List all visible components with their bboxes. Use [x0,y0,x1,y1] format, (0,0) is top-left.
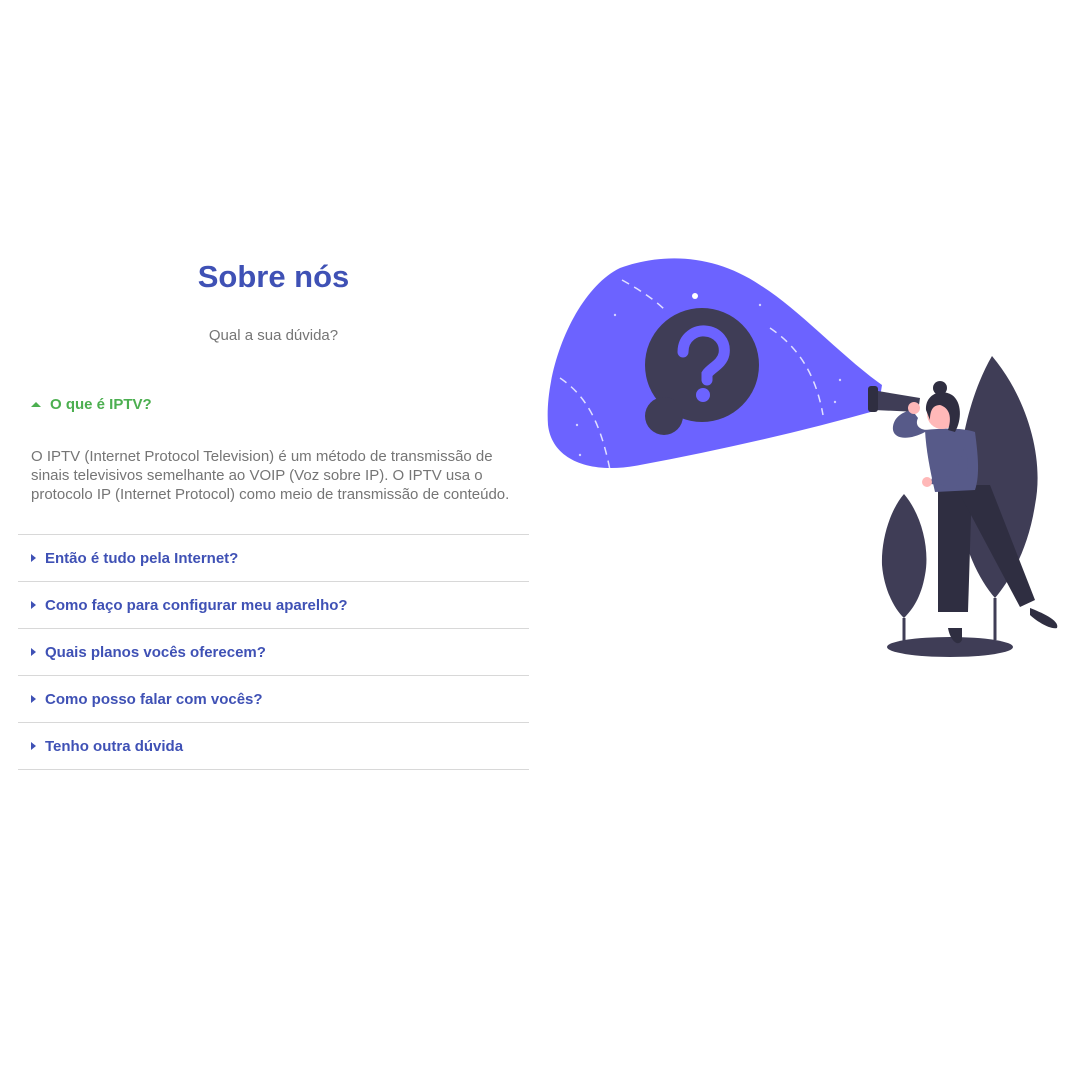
caret-right-icon [31,742,36,750]
faq-item: Quais planos vocês oferecem? [18,629,529,676]
faq-illustration [547,258,1058,657]
faq-question-outra[interactable]: Tenho outra dúvida [18,723,529,769]
faq-question-label: Então é tudo pela Internet? [45,549,239,567]
faq-section: Sobre nós Qual a sua dúvida? O que é IPT… [18,250,529,770]
faq-item: Tenho outra dúvida [18,723,529,770]
caret-up-icon [31,401,41,407]
faq-question-label: Quais planos vocês oferecem? [45,643,266,661]
faq-item: Como posso falar com vocês? [18,676,529,723]
caret-right-icon [31,601,36,609]
faq-question-configurar[interactable]: Como faço para configurar meu aparelho? [18,582,529,628]
faq-question-internet[interactable]: Então é tudo pela Internet? [18,535,529,581]
faq-question-label: O que é IPTV? [50,395,152,413]
faq-question-iptv[interactable]: O que é IPTV? [18,381,529,427]
faq-item-open: O que é IPTV? O IPTV (Internet Protocol … [18,381,529,534]
faq-question-label: Tenho outra dúvida [45,737,184,755]
page: Sobre nós Qual a sua dúvida? O que é IPT… [0,0,1080,1080]
caret-right-icon [31,554,36,562]
faq-question-contato[interactable]: Como posso falar com vocês? [18,676,529,722]
caret-right-icon [31,648,36,656]
faq-item: Então é tudo pela Internet? [18,535,529,582]
faq-answer: O IPTV (Internet Protocol Television) é … [31,448,510,503]
caret-right-icon [31,695,36,703]
faq-item: Como faço para configurar meu aparelho? [18,582,529,629]
page-subtitle: Qual a sua dúvida? [208,327,339,344]
faq-question-planos[interactable]: Quais planos vocês oferecem? [18,629,529,675]
faq-list: Então é tudo pela Internet? Como faço pa… [18,534,529,770]
page-title: Sobre nós [197,259,350,294]
faq-question-label: Como posso falar com vocês? [45,690,263,708]
faq-question-label: Como faço para configurar meu aparelho? [45,596,348,614]
